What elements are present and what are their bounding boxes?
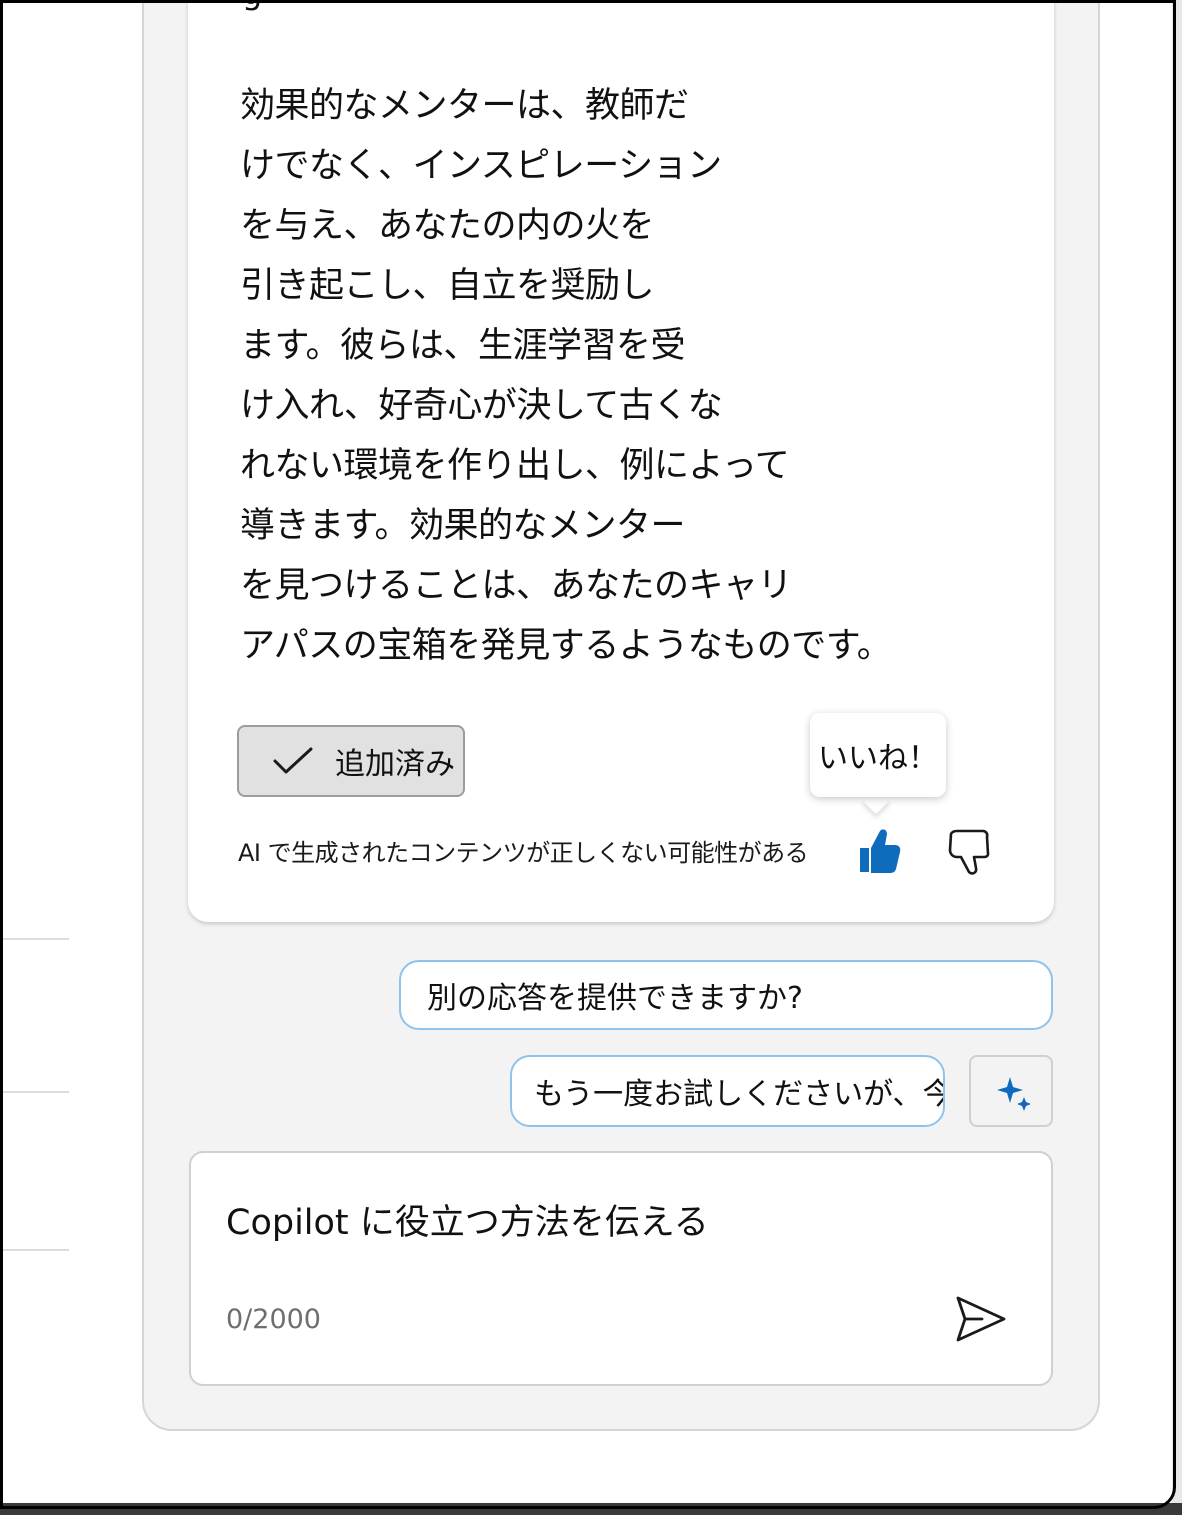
- suggestion-label: もう一度お試しくださいが、今回は...: [534, 1077, 945, 1112]
- response-text-line: を見つけることは、あなたのキャリ: [240, 566, 793, 606]
- suggestion-chip[interactable]: 別の応答を提供できますか?: [399, 960, 1053, 1030]
- thumbs-up-icon[interactable]: [856, 826, 902, 876]
- response-text-fragment: g: [242, 0, 262, 9]
- background-divider: [3, 1249, 69, 1251]
- response-text-line: け入れ、好奇心が決して古くな: [240, 386, 723, 426]
- suggestion-label: 別の応答を提供できますか?: [427, 981, 803, 1016]
- message-input[interactable]: Copilot に役立つ方法を伝える: [226, 1198, 926, 1248]
- background-window-edge: [1172, 0, 1182, 1515]
- response-text-line: 導きます。効果的なメンター: [240, 506, 686, 546]
- response-text-line: けでなく、インスピレーション: [240, 146, 722, 186]
- suggestion-chip[interactable]: もう一度お試しくださいが、今回は...: [510, 1055, 945, 1127]
- added-button-label: 追加済み: [335, 747, 455, 782]
- sparkle-icon: [997, 1077, 1031, 1111]
- response-text-line: ます。彼らは、生涯学習を受: [240, 326, 686, 366]
- added-button[interactable]: 追加済み: [237, 725, 465, 797]
- send-icon[interactable]: [952, 1293, 1008, 1345]
- response-text: 効果的なメンターは、教師だ けでなく、インスピレーション を与え、あなたの内の火…: [240, 76, 900, 676]
- tooltip-text: いいね！: [818, 741, 938, 776]
- like-tooltip: いいね！: [810, 713, 946, 797]
- thumbs-down-icon[interactable]: [946, 828, 992, 878]
- response-text-line: 効果的なメンターは、教師だ: [240, 86, 689, 126]
- response-text-line: れない環境を作り出し、例によって: [240, 446, 790, 486]
- response-text-line: 引き起こし、自立を奨励し: [240, 266, 655, 306]
- background-divider: [3, 938, 69, 940]
- checkmark-icon: [273, 747, 313, 774]
- background-divider: [3, 1091, 69, 1093]
- response-text-line: アパスの宝箱を発見するようなものです。: [240, 626, 892, 666]
- character-count: 0/2000: [226, 1304, 321, 1335]
- ai-disclaimer: AI で生成されたコンテンツが正しくない可能性がある: [238, 839, 809, 867]
- background-taskbar-edge: [0, 1503, 1182, 1515]
- response-text-line: を与え、あなたの内の火を: [240, 206, 655, 246]
- chat-composer: [189, 1151, 1053, 1386]
